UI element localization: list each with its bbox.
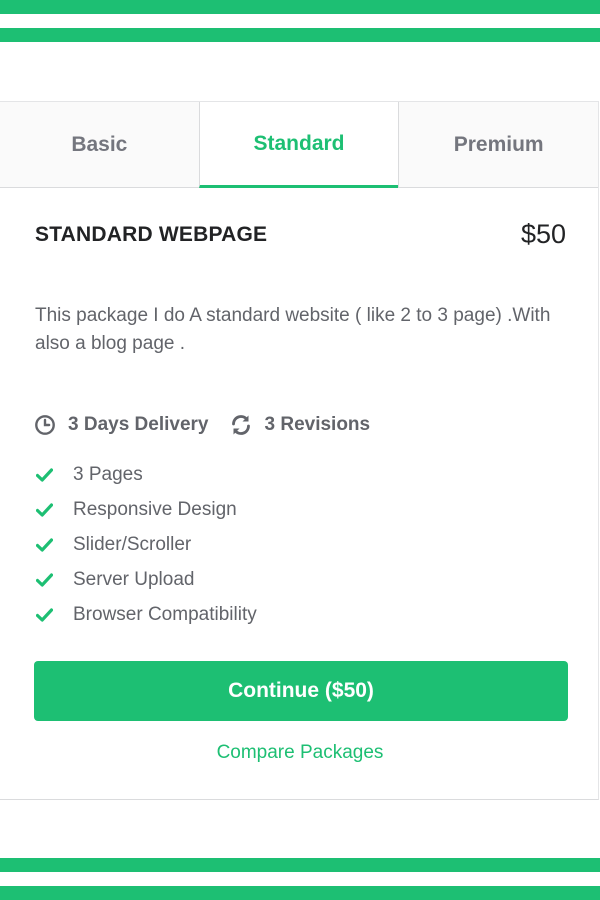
delivery-info: 3 Days Delivery 3 Revisions (34, 413, 390, 437)
delivery-time: 3 Days Delivery (34, 414, 209, 436)
check-icon (36, 502, 53, 517)
package-card: Basic Standard Premium STANDARD WEBPAGE … (0, 101, 599, 800)
delivery-label: 3 Days Delivery (68, 414, 209, 435)
feature-label: 3 Pages (73, 463, 143, 485)
clock-icon (35, 415, 55, 435)
feature-label: Browser Compatibility (73, 603, 257, 625)
feature-list: 3 Pages Responsive Design Slider/Scrolle… (36, 457, 257, 632)
refresh-icon (231, 415, 250, 435)
bottom-stripe (0, 858, 600, 872)
check-icon (36, 572, 53, 587)
feature-label: Slider/Scroller (73, 533, 192, 555)
list-item: Slider/Scroller (36, 527, 257, 562)
tab-standard[interactable]: Standard (198, 102, 399, 188)
list-item: 3 Pages (36, 457, 257, 492)
check-icon (36, 607, 53, 622)
top-stripe-2 (0, 28, 600, 42)
check-icon (36, 467, 53, 482)
list-item: Responsive Design (36, 492, 257, 527)
top-stripe (0, 0, 600, 14)
list-item: Server Upload (36, 562, 257, 597)
tab-premium[interactable]: Premium (398, 102, 599, 187)
revisions-count: 3 Revisions (229, 413, 371, 437)
package-tabs: Basic Standard Premium (0, 102, 599, 188)
package-header: STANDARD WEBPAGE $50 (35, 219, 566, 250)
list-item: Browser Compatibility (36, 597, 257, 632)
continue-button[interactable]: Continue ($50) (34, 661, 568, 721)
package-price: $50 (520, 219, 566, 249)
package-title: STANDARD WEBPAGE (35, 222, 268, 246)
compare-packages-link[interactable]: Compare Packages (0, 742, 600, 764)
bottom-stripe-2 (0, 886, 600, 900)
tab-basic[interactable]: Basic (0, 102, 199, 187)
feature-label: Server Upload (73, 568, 195, 590)
feature-label: Responsive Design (73, 498, 237, 520)
check-icon (36, 537, 53, 552)
revisions-label: 3 Revisions (264, 414, 371, 435)
package-description: This package I do A standard website ( l… (35, 305, 551, 354)
